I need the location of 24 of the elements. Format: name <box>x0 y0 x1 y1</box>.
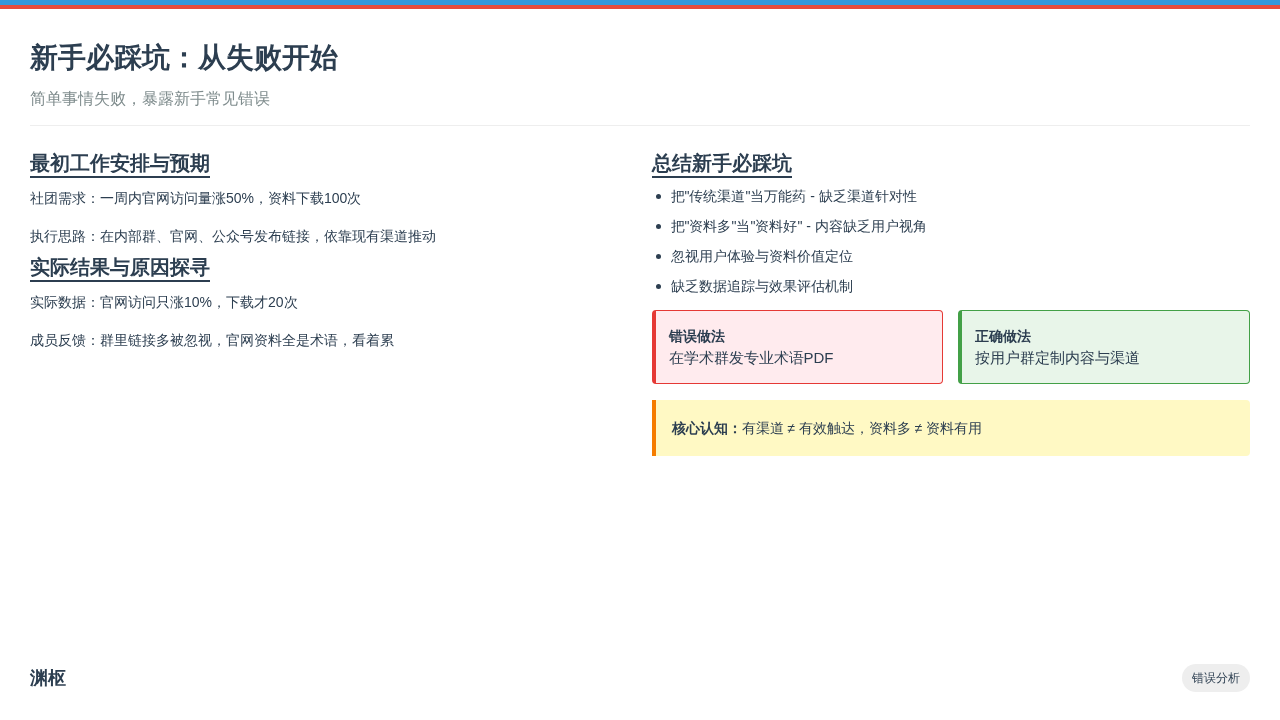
section-heading: 实际结果与原因探寻 <box>30 254 210 282</box>
bullet-icon <box>655 193 661 199</box>
slide-title: 新手必踩坑：从失败开始 <box>30 41 338 75</box>
bullet-text: 把"传统渠道"当万能药 - 缺乏渠道针对性 <box>670 187 917 206</box>
body-text: 成员反馈：群里链接多被忽视，官网资料全是术语，看着累 <box>30 331 394 350</box>
section-heading: 最初工作安排与预期 <box>30 150 210 178</box>
bullet-icon <box>655 253 661 259</box>
brand-name: 渊枢 <box>30 666 66 690</box>
slide-subtitle: 简单事情失败，暴露新手常见错误 <box>30 89 270 109</box>
body-text: 社团需求：一周内官网访问量涨50%，资料下载100次 <box>30 189 362 208</box>
card-text: 在学术群发专业术语PDF <box>668 348 834 368</box>
body-text: 执行思路：在内部群、官网、公众号发布链接，依靠现有渠道推动 <box>30 227 436 246</box>
insight-text: 核心认知：有渠道 ≠ 有效触达，资料多 ≠ 资料有用 <box>671 420 983 436</box>
card-text: 按用户群定制内容与渠道 <box>975 348 1141 368</box>
bullet-icon <box>655 283 661 289</box>
bullet-text: 把"资料多"当"资料好" - 内容缺乏用户视角 <box>670 217 927 236</box>
body-text: 实际数据：官网访问只涨10%，下载才20次 <box>30 293 298 312</box>
card-title: 正确做法 <box>975 327 1032 346</box>
card-title: 错误做法 <box>668 327 725 346</box>
bullet-text: 缺乏数据追踪与效果评估机制 <box>670 277 853 296</box>
bullet-icon <box>655 223 661 229</box>
tag-pill: 错误分析 <box>1182 664 1250 692</box>
bullet-text: 忽视用户体验与资料价值定位 <box>670 247 853 266</box>
section-heading: 总结新手必踩坑 <box>651 150 792 178</box>
